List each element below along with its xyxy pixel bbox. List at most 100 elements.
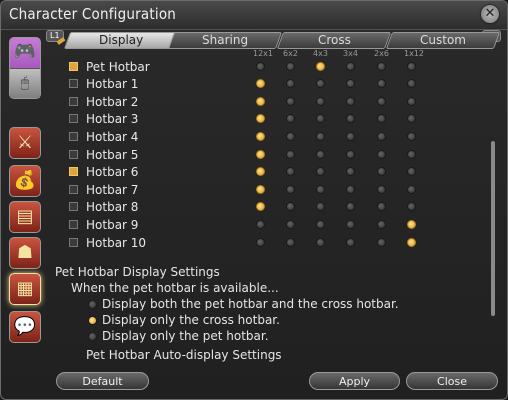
layout-radio[interactable]: [407, 185, 416, 194]
layout-radio[interactable]: [377, 150, 386, 159]
layout-radio[interactable]: [407, 97, 416, 106]
sidebar-item-chat[interactable]: 💬: [9, 311, 41, 343]
hotbar-visible-checkbox[interactable]: [69, 62, 78, 71]
layout-radio[interactable]: [346, 220, 355, 229]
hotbar-visible-checkbox[interactable]: [69, 167, 78, 176]
scrollbar[interactable]: [491, 141, 495, 316]
layout-radio[interactable]: [407, 167, 416, 176]
tab-cross[interactable]: Cross: [276, 32, 392, 49]
hotbar-visible-checkbox[interactable]: [69, 202, 78, 211]
layout-radio[interactable]: [377, 167, 386, 176]
layout-radio[interactable]: [377, 114, 386, 123]
layout-radio[interactable]: [377, 62, 386, 71]
layout-radio[interactable]: [346, 132, 355, 141]
layout-radio[interactable]: [256, 238, 265, 247]
layout-radio[interactable]: [407, 202, 416, 211]
layout-radio[interactable]: [286, 114, 295, 123]
layout-radio[interactable]: [407, 114, 416, 123]
layout-radio[interactable]: [407, 132, 416, 141]
layout-radio[interactable]: [286, 202, 295, 211]
layout-radio[interactable]: [286, 132, 295, 141]
hotbar-visible-checkbox[interactable]: [69, 185, 78, 194]
layout-radio[interactable]: [286, 238, 295, 247]
layout-radio[interactable]: [256, 62, 265, 71]
default-button[interactable]: Default: [56, 372, 149, 390]
apply-button[interactable]: Apply: [309, 372, 400, 390]
close-icon[interactable]: ✕: [481, 5, 499, 23]
layout-radio[interactable]: [346, 202, 355, 211]
tab-custom[interactable]: Custom: [385, 32, 501, 49]
hotbar-visible-checkbox[interactable]: [69, 97, 78, 106]
layout-radio[interactable]: [256, 167, 265, 176]
layout-radio[interactable]: [286, 79, 295, 88]
layout-radio[interactable]: [316, 97, 325, 106]
layout-radio[interactable]: [256, 114, 265, 123]
layout-radio[interactable]: [346, 167, 355, 176]
layout-radio[interactable]: [316, 238, 325, 247]
hotbar-grid-icon: ▦: [16, 278, 34, 299]
layout-radio[interactable]: [256, 185, 265, 194]
layout-radio[interactable]: [256, 97, 265, 106]
radio-display-both[interactable]: [88, 300, 97, 309]
layout-radio[interactable]: [377, 97, 386, 106]
hotbar-visible-checkbox[interactable]: [69, 114, 78, 123]
layout-radio[interactable]: [286, 97, 295, 106]
hotbar-visible-checkbox[interactable]: [69, 132, 78, 141]
layout-radio[interactable]: [316, 79, 325, 88]
sidebar-item-card[interactable]: ▤: [9, 201, 41, 233]
layout-radio[interactable]: [377, 220, 386, 229]
layout-radio[interactable]: [377, 238, 386, 247]
layout-radio[interactable]: [256, 79, 265, 88]
layout-radio[interactable]: [316, 114, 325, 123]
layout-radio[interactable]: [377, 132, 386, 141]
layout-radio[interactable]: [346, 97, 355, 106]
layout-radio[interactable]: [407, 79, 416, 88]
layout-radio[interactable]: [256, 202, 265, 211]
layout-radio[interactable]: [407, 238, 416, 247]
hotbar-visible-checkbox[interactable]: [69, 238, 78, 247]
layout-radio[interactable]: [377, 79, 386, 88]
hotbar-visible-checkbox[interactable]: [69, 79, 78, 88]
layout-radio[interactable]: [346, 79, 355, 88]
sidebar-item-battle[interactable]: ⚔: [9, 127, 41, 159]
hotbar-visible-checkbox[interactable]: [69, 220, 78, 229]
layout-radio[interactable]: [346, 62, 355, 71]
layout-radio[interactable]: [256, 220, 265, 229]
layout-radio[interactable]: [256, 132, 265, 141]
tab-display[interactable]: Display: [63, 32, 179, 49]
layout-radio[interactable]: [346, 185, 355, 194]
sidebar-item-profile[interactable]: ☗: [9, 237, 41, 269]
layout-radio[interactable]: [346, 114, 355, 123]
layout-radio[interactable]: [316, 185, 325, 194]
layout-radio[interactable]: [407, 62, 416, 71]
layout-radio[interactable]: [286, 167, 295, 176]
layout-radio[interactable]: [407, 150, 416, 159]
layout-radio[interactable]: [377, 185, 386, 194]
layout-radio[interactable]: [316, 220, 325, 229]
sidebar-item-hotbars[interactable]: ▦: [9, 273, 41, 305]
layout-radio[interactable]: [316, 167, 325, 176]
layout-radio[interactable]: [346, 150, 355, 159]
layout-radio[interactable]: [256, 150, 265, 159]
radio-display-pet-only-label: Display only the pet hotbar.: [102, 329, 269, 343]
layout-radio[interactable]: [286, 220, 295, 229]
close-button[interactable]: Close: [406, 372, 498, 390]
layout-radio[interactable]: [316, 202, 325, 211]
layout-radio[interactable]: [286, 62, 295, 71]
layout-radio[interactable]: [316, 132, 325, 141]
layout-radio[interactable]: [286, 150, 295, 159]
layout-radio[interactable]: [377, 202, 386, 211]
layout-radio[interactable]: [346, 238, 355, 247]
layout-radio[interactable]: [316, 62, 325, 71]
radio-display-cross-only[interactable]: [88, 316, 97, 325]
radio-display-cross-only-label: Display only the cross hotbar.: [102, 313, 280, 327]
layout-radio[interactable]: [407, 220, 416, 229]
layout-radio[interactable]: [316, 150, 325, 159]
hotbar-visible-checkbox[interactable]: [69, 150, 78, 159]
sidebar-item-controls[interactable]: 🎮 🖱: [9, 37, 41, 99]
pet-settings-subheading: When the pet hotbar is available...: [71, 281, 279, 295]
radio-display-pet-only[interactable]: [88, 332, 97, 341]
sidebar-item-items[interactable]: 💰: [9, 165, 41, 197]
tab-sharing[interactable]: Sharing: [167, 32, 283, 49]
layout-radio[interactable]: [286, 185, 295, 194]
